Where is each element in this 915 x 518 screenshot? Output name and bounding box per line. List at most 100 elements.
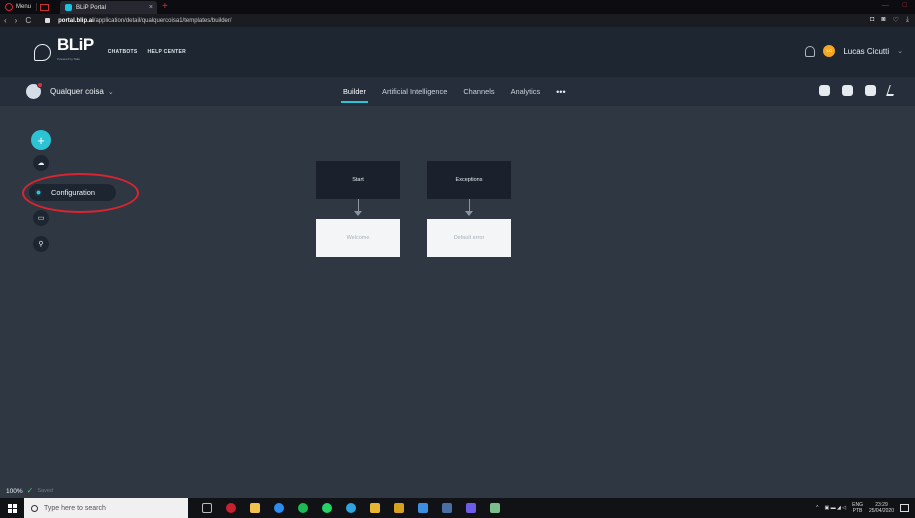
- window-maximize-icon[interactable]: □: [903, 2, 907, 9]
- chrome-icon[interactable]: [274, 503, 284, 513]
- address-bar: ‹ › C portal.blip.ai/application/detail/…: [0, 14, 915, 27]
- gear-icon[interactable]: [842, 85, 853, 96]
- download-icon[interactable]: ⤓: [906, 16, 909, 24]
- telegram-icon[interactable]: [346, 503, 356, 513]
- logo-subtitle: Powered by Take: [57, 57, 80, 61]
- start-button[interactable]: [0, 498, 24, 518]
- taskbar-apps: [202, 503, 500, 513]
- plus-icon: +: [37, 132, 45, 148]
- cloud-upload-button[interactable]: ☁: [33, 155, 49, 171]
- bot-chevron-down-icon[interactable]: ⌄: [108, 88, 114, 96]
- check-icon: ✓: [26, 486, 34, 495]
- opera-logo-icon: [5, 3, 13, 11]
- app-icon-check[interactable]: [418, 503, 428, 513]
- zoom-level[interactable]: 100%: [6, 488, 23, 495]
- tab-separator: [36, 3, 38, 11]
- search-icon: [31, 504, 38, 512]
- url-field[interactable]: portal.blip.ai/application/detail/qualqu…: [58, 18, 231, 24]
- search-icon: ⚲: [38, 240, 44, 248]
- shield-icon[interactable]: ◙: [881, 16, 885, 24]
- highlight-ellipse: [22, 173, 139, 213]
- sidebar-toggle-icon[interactable]: [40, 3, 50, 11]
- bell-icon[interactable]: [805, 45, 816, 57]
- tab-channels[interactable]: Channels: [463, 77, 494, 106]
- knowledge-base-button[interactable]: ▭: [33, 210, 49, 226]
- taskbar-search[interactable]: Type here to search: [24, 498, 188, 518]
- teams-icon[interactable]: [466, 503, 476, 513]
- add-block-button[interactable]: +: [31, 130, 51, 150]
- flow-block-welcome[interactable]: Welcome: [316, 219, 400, 257]
- nav-help-center[interactable]: HELP CENTER: [148, 49, 187, 55]
- whatsapp-icon[interactable]: [322, 503, 332, 513]
- arrow-down-icon: [465, 211, 473, 216]
- card-title: Exceptions: [455, 177, 483, 183]
- flask-icon[interactable]: [886, 85, 897, 96]
- header-nav: CHATBOTS HELP CENTER: [108, 49, 186, 55]
- tab-close-button[interactable]: ×: [149, 4, 153, 11]
- flow-card-exceptions[interactable]: Exceptions: [427, 161, 511, 199]
- bot-avatar[interactable]: [26, 82, 43, 99]
- bot-tools: [819, 85, 897, 96]
- app-icon-bird[interactable]: [490, 503, 500, 513]
- file-explorer-icon[interactable]: [250, 503, 260, 513]
- snapshot-icon[interactable]: ◘: [870, 16, 874, 24]
- lock-icon: [45, 18, 51, 23]
- window-controls: — □: [882, 2, 907, 9]
- back-button[interactable]: ‹: [4, 16, 7, 25]
- block-title: Default error: [453, 235, 485, 241]
- tab-analytics[interactable]: Analytics: [511, 77, 541, 106]
- bot-toolbar: Qualquer coisa ⌄ Builder Artificial Inte…: [0, 77, 915, 106]
- browser-menu-button[interactable]: Menu: [0, 0, 36, 14]
- opera-icon[interactable]: [226, 503, 236, 513]
- flow-card-start[interactable]: Start: [316, 161, 400, 199]
- address-bar-actions: ◘ ◙ ♡ ⤓: [870, 16, 909, 24]
- url-host: portal.blip.ai: [58, 17, 94, 24]
- flow-block-default-error[interactable]: Default error: [427, 219, 511, 257]
- tab-artificial-intelligence[interactable]: Artificial Intelligence: [382, 77, 447, 106]
- blip-favicon-icon: [65, 4, 72, 11]
- header-user-area: LC Lucas Cicutti ⌄: [805, 45, 903, 57]
- cloud-upload-icon: ☁: [37, 159, 45, 167]
- chevron-down-icon[interactable]: ⌄: [897, 47, 903, 55]
- bot-tabs: Builder Artificial Intelligence Channels…: [340, 77, 566, 106]
- task-view-icon[interactable]: [202, 503, 212, 513]
- tray-chevron-icon[interactable]: ^: [816, 505, 818, 511]
- tray-icons[interactable]: ▣ ▬ ◢ ◁: [825, 505, 847, 511]
- language-indicator[interactable]: ENG PTB: [852, 502, 863, 514]
- bot-name[interactable]: Qualquer coisa: [50, 87, 104, 96]
- puzzle-icon[interactable]: [819, 85, 830, 96]
- app-icon-window[interactable]: [442, 503, 452, 513]
- new-tab-button[interactable]: +: [162, 1, 168, 13]
- canvas-status: 100% ✓ Saved: [6, 487, 53, 495]
- windows-logo-icon: [7, 503, 17, 513]
- heart-icon[interactable]: ♡: [893, 16, 899, 24]
- reload-button[interactable]: C: [25, 16, 31, 25]
- user-name[interactable]: Lucas Cicutti: [843, 47, 889, 56]
- url-path: /application/detail/qualquercoisa1/templ…: [93, 17, 232, 24]
- search-placeholder: Type here to search: [44, 504, 106, 512]
- tab-builder[interactable]: Builder: [340, 77, 369, 106]
- notification-center-icon[interactable]: [900, 504, 909, 512]
- blip-logo[interactable]: BLiP Powered by Take: [34, 36, 94, 66]
- arrow-down-icon: [354, 211, 362, 216]
- avatar[interactable]: LC: [823, 45, 836, 57]
- notification-badge: [37, 82, 43, 88]
- logo-text: BLiP Powered by Take: [57, 36, 94, 66]
- more-tabs-button[interactable]: •••: [556, 87, 565, 97]
- forward-button[interactable]: ›: [15, 16, 18, 25]
- nav-chatbots[interactable]: CHATBOTS: [108, 49, 138, 55]
- browser-tab-active[interactable]: BLiP Portal ×: [60, 1, 157, 14]
- saved-status: Saved: [37, 488, 53, 494]
- spotify-icon[interactable]: [298, 503, 308, 513]
- system-tray: ^ ▣ ▬ ◢ ◁ ENG PTB 23:29 25/04/2020: [816, 498, 909, 518]
- app-icon-r[interactable]: [394, 503, 404, 513]
- builder-canvas[interactable]: + ☁ Configuration ▭ ⚲ Start Welcome Exce…: [0, 106, 915, 498]
- app-header: BLiP Powered by Take CHATBOTS HELP CENTER…: [0, 27, 915, 77]
- tab-title: BLiP Portal: [76, 4, 106, 11]
- users-icon[interactable]: [865, 85, 876, 96]
- window-minimize-icon[interactable]: —: [882, 2, 889, 9]
- chat-bubble-icon: [34, 43, 51, 61]
- search-blocks-button[interactable]: ⚲: [33, 236, 49, 252]
- clock[interactable]: 23:29 25/04/2020: [869, 502, 894, 514]
- app-icon-l[interactable]: [370, 503, 380, 513]
